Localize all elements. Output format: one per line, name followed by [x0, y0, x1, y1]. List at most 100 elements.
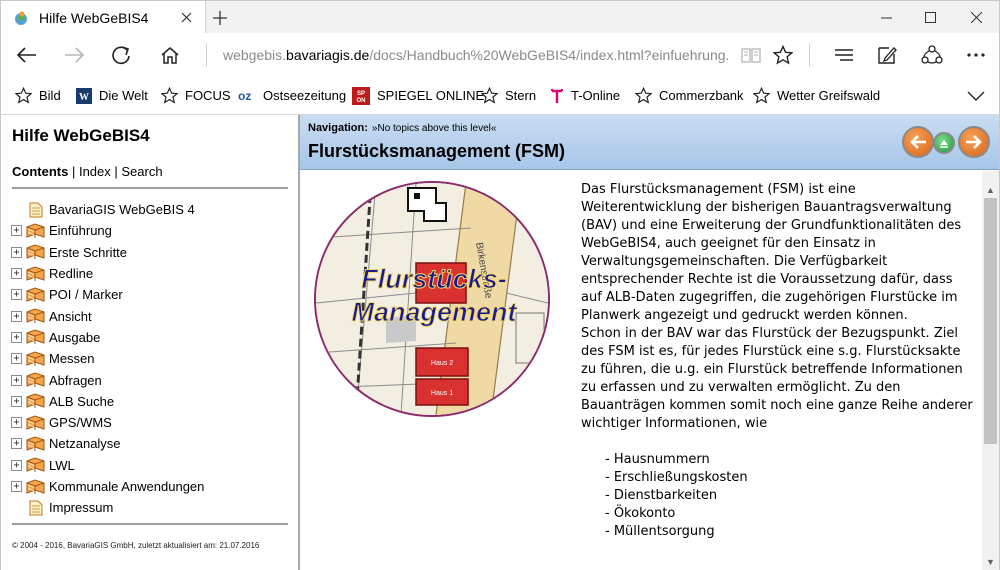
- toc-item-label: Messen: [49, 351, 95, 367]
- contents-link[interactable]: Contents: [12, 164, 68, 179]
- scroll-up-icon[interactable]: ▲: [982, 181, 999, 198]
- address-bar[interactable]: webgebis.bavariagis.de/docs/Handbuch%20W…: [223, 33, 728, 77]
- page-title: Flurstücksmanagement (FSM): [308, 141, 566, 161]
- next-topic-icon[interactable]: [958, 126, 990, 158]
- hub-icon[interactable]: [827, 39, 861, 71]
- toc-item[interactable]: + Messen: [11, 348, 291, 369]
- back-icon[interactable]: [10, 39, 44, 71]
- expand-plus-icon[interactable]: +: [11, 225, 22, 237]
- web-note-icon[interactable]: [870, 39, 904, 71]
- bullet-list: - Hausnummern - Erschließungskosten - Di…: [605, 451, 748, 541]
- favorite-wetter-greifswald[interactable]: Wetter Greifswald: [753, 77, 880, 114]
- scrollbar-thumb[interactable]: [984, 198, 997, 444]
- toc-item[interactable]: + ALB Suche: [11, 391, 291, 412]
- forward-icon[interactable]: [57, 39, 91, 71]
- book-icon: [26, 415, 45, 431]
- reading-view-icon[interactable]: [734, 39, 768, 71]
- scroll-down-icon[interactable]: ▼: [982, 553, 999, 570]
- parent-topic-icon[interactable]: [933, 132, 955, 154]
- search-link[interactable]: Search: [121, 164, 162, 179]
- favorite-commerzbank[interactable]: Commerzbank: [635, 77, 744, 114]
- expand-plus-icon[interactable]: +: [11, 481, 22, 492]
- toc-item[interactable]: + POI / Marker: [11, 284, 291, 305]
- expand-plus-icon[interactable]: +: [11, 289, 22, 301]
- content-scrollbar[interactable]: ▲ ▼: [982, 171, 999, 570]
- toc-item-label: BavariaGIS WebGeBIS 4: [49, 202, 195, 218]
- expand-plus-icon[interactable]: +: [11, 268, 22, 280]
- toc-item[interactable]: + LWL: [11, 455, 291, 476]
- svg-text:W: W: [79, 92, 89, 103]
- topic-pane: Navigation: »No topics above this level« …: [300, 115, 1000, 570]
- favorite-ostseezeitung[interactable]: oz Ostseezeitung: [238, 77, 346, 114]
- expand-plus-icon[interactable]: +: [11, 331, 22, 343]
- toc-item-label: Ausgabe: [49, 329, 101, 345]
- toc-list: BavariaGIS WebGeBIS 4 + Einführung + Erste S…: [11, 199, 291, 518]
- more-icon[interactable]: [959, 39, 993, 71]
- expand-plus-icon[interactable]: +: [11, 353, 22, 365]
- toc-item[interactable]: + Kommunale Anwendungen: [11, 476, 291, 497]
- toc-item-label: POI / Marker: [49, 287, 123, 303]
- description-text: Das Flurstücksmanagement (FSM) ist eine …: [581, 181, 976, 433]
- toc-item-label: GPS/WMS: [49, 415, 112, 431]
- window-close-icon[interactable]: [953, 1, 999, 34]
- refresh-icon[interactable]: [104, 39, 138, 71]
- expand-plus-icon[interactable]: +: [11, 310, 22, 322]
- favorite-t-online[interactable]: T-Online: [550, 77, 620, 114]
- paragraph-2: Schon in der BAV war das Flurstück der B…: [581, 326, 973, 431]
- toc-item[interactable]: + Einführung: [11, 220, 291, 241]
- image-title-line2: Management: [351, 297, 517, 327]
- toc-item-label: Einführung: [49, 223, 112, 239]
- toc-navigation: Contents | Index | Search: [12, 164, 163, 179]
- toc-item[interactable]: BavariaGIS WebGeBIS 4: [11, 199, 291, 220]
- toc-item[interactable]: + Netzanalyse: [11, 433, 291, 454]
- toolbar-separator: [809, 43, 810, 67]
- book-icon: [26, 266, 45, 282]
- expand-plus-icon[interactable]: +: [11, 395, 22, 407]
- star-icon: [481, 87, 498, 104]
- close-tab-icon[interactable]: [175, 7, 197, 29]
- page-icon: [29, 202, 45, 218]
- expand-plus-icon[interactable]: +: [11, 438, 22, 450]
- book-icon: [26, 308, 45, 324]
- toc-item[interactable]: + Ausgabe: [11, 327, 291, 348]
- expand-plus-icon[interactable]: +: [11, 459, 22, 471]
- star-icon: [635, 87, 652, 104]
- previous-topic-icon[interactable]: [902, 126, 934, 158]
- chevron-down-icon[interactable]: [963, 85, 989, 107]
- index-link[interactable]: Index: [79, 164, 111, 179]
- toc-item[interactable]: + Ansicht: [11, 305, 291, 326]
- toc-item[interactable]: + Abfragen: [11, 369, 291, 390]
- expand-plus-icon[interactable]: +: [11, 374, 22, 386]
- favorite-label: SPIEGEL ONLINE: [377, 88, 485, 103]
- tab-title: Hilfe WebGeBIS4: [39, 9, 149, 26]
- url-path: /docs/Handbuch%20WebGeBIS4/index.html?ei…: [369, 47, 728, 63]
- new-tab-icon[interactable]: [207, 1, 233, 34]
- favorite-label: Commerzbank: [659, 88, 744, 103]
- list-item: - Dienstbarkeiten: [605, 488, 718, 503]
- expand-plus-icon[interactable]: +: [11, 417, 22, 429]
- book-icon: [26, 351, 45, 367]
- share-icon[interactable]: [915, 39, 949, 71]
- toc-item[interactable]: + GPS/WMS: [11, 412, 291, 433]
- list-item: - Ökokonto: [605, 506, 676, 521]
- toc-item-label: Impressum: [49, 500, 114, 516]
- toc-item[interactable]: + Redline: [11, 263, 291, 284]
- list-item: - Hausnummern: [605, 452, 710, 467]
- footer-divider: [12, 523, 288, 525]
- favorite-stern[interactable]: Stern: [481, 77, 536, 114]
- favorite-bild[interactable]: Bild: [15, 77, 61, 114]
- toc-item[interactable]: Impressum: [11, 497, 291, 518]
- home-icon[interactable]: [153, 39, 187, 71]
- toc-item[interactable]: + Erste Schritte: [11, 242, 291, 263]
- expand-plus-icon[interactable]: +: [11, 246, 22, 258]
- favorite-die-welt[interactable]: W Die Welt: [76, 77, 148, 114]
- favorite-spiegel-online[interactable]: SP ON SPIEGEL ONLINE: [352, 77, 484, 114]
- nav-separator: |: [110, 164, 122, 179]
- toc-divider: [12, 187, 288, 189]
- maximize-icon[interactable]: [907, 1, 953, 34]
- favorite-star-icon[interactable]: [766, 39, 800, 71]
- topic-content: Birkenstraße Haus 2 Haus 1 Flurstücks- M…: [300, 171, 982, 570]
- minimize-icon[interactable]: [863, 1, 909, 34]
- favorite-focus[interactable]: FOCUS: [161, 77, 231, 114]
- browser-tab[interactable]: Hilfe WebGeBIS4: [1, 1, 206, 34]
